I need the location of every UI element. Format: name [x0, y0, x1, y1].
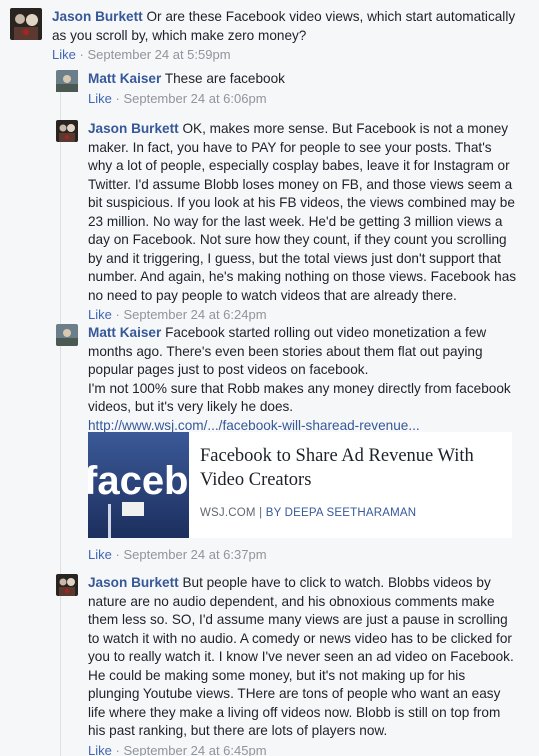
avatar-matt-kaiser[interactable] [56, 70, 88, 102]
reply-comment: Jason Burkett But people have to click t… [56, 574, 528, 756]
reply-comment: Jason Burkett OK, makes more sense. But … [56, 120, 528, 325]
like-button[interactable]: Like [88, 307, 112, 322]
like-button[interactable]: Like [88, 91, 112, 106]
author-name[interactable]: Matt Kaiser [88, 71, 161, 86]
comment-text: Matt Kaiser These are facebook [88, 71, 285, 86]
comment-text: Matt Kaiser Facebook started rolling out… [88, 325, 511, 433]
author-name[interactable]: Matt Kaiser [88, 325, 161, 340]
avatar-jason-burkett[interactable] [56, 120, 78, 142]
comment-meta: Like · September 24 at 6:06pm [88, 90, 267, 106]
reply-comment: Matt Kaiser Facebook started rolling out… [56, 324, 528, 435]
svg-text:faceb: faceb [88, 459, 189, 503]
article-link[interactable]: http://www.wsj.com/.../facebook-will-sha… [88, 418, 420, 433]
preview-source: WSJ.COM | BY DEEPA SEETHARAMAN [200, 507, 417, 519]
comment-timestamp[interactable]: September 24 at 5:59pm [87, 47, 230, 62]
reply-comment: Matt Kaiser These are facebook Like · Se… [56, 70, 518, 108]
author-name[interactable]: Jason Burkett [88, 575, 179, 590]
comment-text: Jason Burkett OK, makes more sense. But … [88, 121, 517, 303]
avatar-jason-burkett[interactable] [56, 574, 78, 596]
comment-timestamp[interactable]: September 24 at 6:45pm [123, 743, 266, 756]
comment-text: Jason Burkett But people have to click t… [88, 575, 514, 738]
preview-thumbnail: faceb [88, 432, 189, 538]
comment-meta: Like · September 24 at 5:59pm [52, 47, 231, 62]
comment-meta: Like · September 24 at 6:37pm [88, 547, 267, 562]
comment: Jason Burkett Or are these Facebook vide… [10, 8, 532, 65]
comment-text: Jason Burkett Or are these Facebook vide… [52, 9, 516, 43]
comment-timestamp[interactable]: September 24 at 6:37pm [123, 547, 266, 562]
comment-meta: Like · September 24 at 6:45pm [88, 742, 267, 756]
like-button[interactable]: Like [88, 743, 112, 756]
avatar-jason-burkett[interactable] [10, 8, 42, 40]
comment-timestamp[interactable]: September 24 at 6:06pm [123, 91, 266, 106]
preview-title: Facebook to Share Ad Revenue With Video C… [200, 446, 474, 490]
like-button[interactable]: Like [88, 547, 112, 562]
link-preview-card[interactable]: faceb Facebook to Share Ad Revenue With V… [88, 432, 512, 538]
like-button[interactable]: Like [52, 47, 76, 62]
author-name[interactable]: Jason Burkett [52, 9, 143, 24]
author-name[interactable]: Jason Burkett [88, 121, 179, 136]
avatar-matt-kaiser[interactable] [56, 324, 78, 346]
comment-timestamp[interactable]: September 24 at 6:24pm [123, 307, 266, 322]
comment-meta: Like · September 24 at 6:24pm [88, 307, 267, 322]
